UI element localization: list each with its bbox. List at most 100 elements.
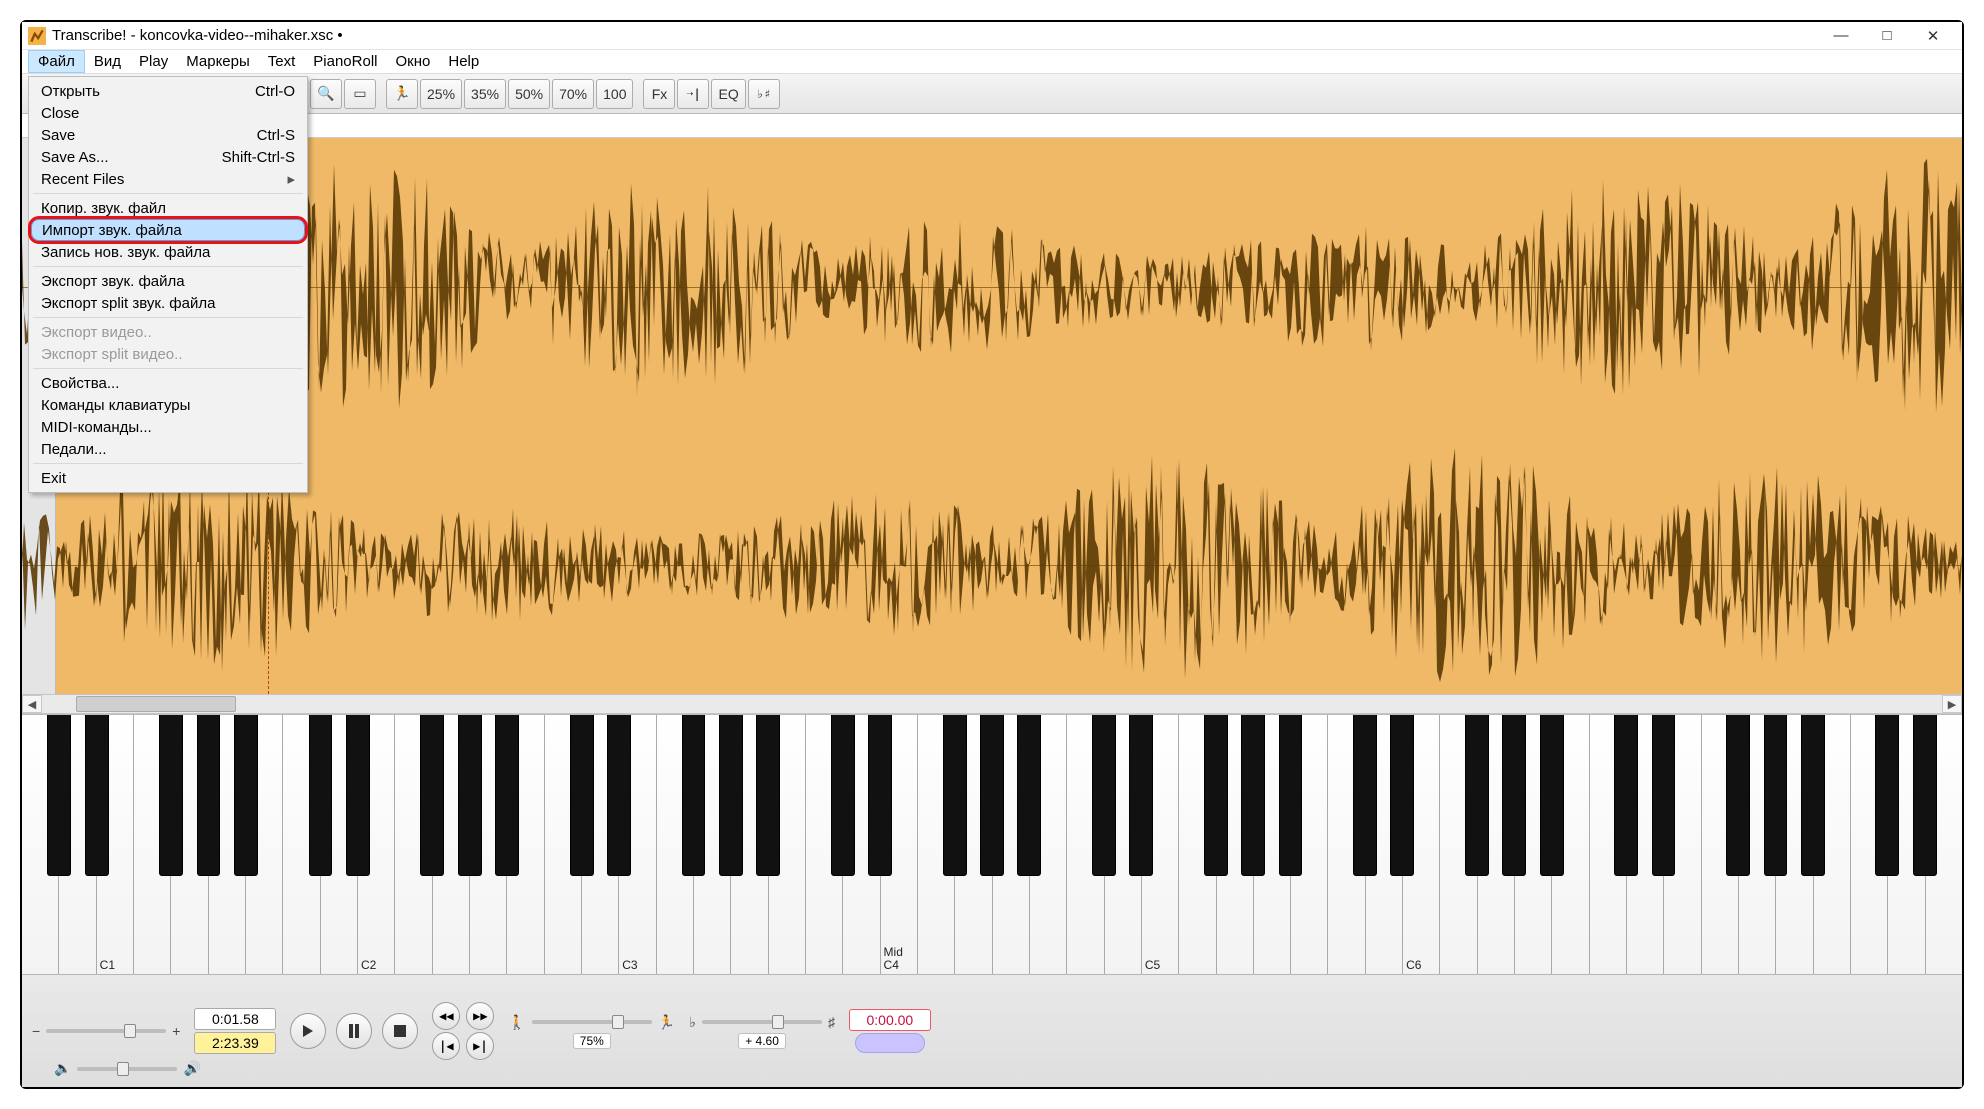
white-key[interactable] [806,715,843,974]
white-key[interactable] [470,715,507,974]
white-key[interactable] [657,715,694,974]
tuning-button[interactable]: ♭♯ [748,79,780,109]
white-key[interactable] [1328,715,1365,974]
zoom-fit-button[interactable]: ▭ [344,79,376,109]
white-key[interactable] [395,715,432,974]
hscroll-thumb[interactable] [76,696,236,712]
white-key[interactable] [209,715,246,974]
white-key[interactable] [1067,715,1104,974]
white-key[interactable] [1851,715,1888,974]
white-key[interactable] [1366,715,1403,974]
white-key[interactable] [171,715,208,974]
menu-text[interactable]: Text [259,50,305,73]
skip-fwd-button[interactable]: ▶| [466,1032,494,1060]
speed-35-button[interactable]: 35% [464,79,506,109]
volume-slider[interactable]: 🔈 🔊 [54,1060,201,1077]
minimize-button[interactable]: — [1818,23,1864,49]
white-key[interactable] [1776,715,1813,974]
white-key[interactable] [918,715,955,974]
menu-window[interactable]: Окно [387,50,440,73]
white-key[interactable] [1291,715,1328,974]
menu-file[interactable]: Файл [28,50,85,73]
file-menu-exit[interactable]: Exit [31,467,305,489]
white-key[interactable] [769,715,806,974]
close-button[interactable]: ✕ [1910,23,1956,49]
menu-markers[interactable]: Маркеры [177,50,259,73]
menu-pianoroll[interactable]: PianoRoll [304,50,386,73]
file-menu-export-split-audio[interactable]: Экспорт split звук. файла [31,292,305,314]
white-key[interactable] [433,715,470,974]
file-menu-pedals[interactable]: Педали... [31,438,305,460]
file-menu-properties[interactable]: Свойства... [31,372,305,394]
maximize-button[interactable]: □ [1864,23,1910,49]
speed-25-button[interactable]: 25% [420,79,462,109]
white-key[interactable] [1478,715,1515,974]
white-key[interactable] [1515,715,1552,974]
white-key[interactable] [1254,715,1291,974]
timeline-ruler[interactable] [22,114,1962,138]
speed-50-button[interactable]: 50% [508,79,550,109]
menu-help[interactable]: Help [439,50,488,73]
white-key[interactable] [1179,715,1216,974]
white-key[interactable] [1888,715,1925,974]
white-key[interactable] [1814,715,1851,974]
white-key[interactable] [59,715,96,974]
file-menu-saveas[interactable]: Save As...Shift-Ctrl-S [31,146,305,168]
waveform-hscrollbar[interactable]: ◀ ▶ [22,694,1962,714]
speed-100-button[interactable]: 100 [596,79,633,109]
file-menu-recent[interactable]: Recent Files▸ [31,168,305,190]
white-key[interactable] [1440,715,1477,974]
file-menu-export-audio[interactable]: Экспорт звук. файла [31,270,305,292]
speed-slider[interactable]: 🚶 🏃 [508,1014,675,1031]
white-key[interactable] [843,715,880,974]
white-key[interactable]: C6 [1403,715,1440,974]
white-key[interactable] [1739,715,1776,974]
white-key[interactable] [1105,715,1142,974]
pitch-slider[interactable]: ♭ ♯ [689,1014,835,1031]
white-key[interactable] [1590,715,1627,974]
hscroll-track[interactable] [42,695,1942,713]
pause-button[interactable] [336,1013,372,1049]
white-key[interactable] [507,715,544,974]
runner-icon[interactable]: 🏃 [386,79,418,109]
fx-button[interactable]: Fx [643,79,675,109]
rewind-button[interactable]: ◀◀ [432,1002,460,1030]
white-key[interactable]: C2 [358,715,395,974]
white-key[interactable] [1217,715,1254,974]
white-key[interactable] [246,715,283,974]
white-key[interactable] [1030,715,1067,974]
file-menu-close[interactable]: Close [31,102,305,124]
file-menu-record-new[interactable]: Запись нов. звук. файла [31,241,305,263]
file-menu-copy-audio[interactable]: Копир. звук. файл [31,197,305,219]
file-menu-import-audio[interactable]: Импорт звук. файла [31,219,305,241]
file-menu-open[interactable]: ОткрытьCtrl-O [31,80,305,102]
white-key[interactable]: C5 [1142,715,1179,974]
speed-70-button[interactable]: 70% [552,79,594,109]
hscroll-right-arrow[interactable]: ▶ [1942,695,1962,713]
waveform-area[interactable] [22,138,1962,694]
white-key[interactable] [1552,715,1589,974]
white-key[interactable] [694,715,731,974]
zoom-slider[interactable]: − + [32,1023,180,1039]
loop-indicator[interactable] [855,1033,925,1053]
white-key[interactable] [582,715,619,974]
mute-icon[interactable]: 🔈 [54,1060,71,1077]
menu-play[interactable]: Play [130,50,177,73]
white-key[interactable] [1926,715,1962,974]
white-key[interactable] [955,715,992,974]
white-key[interactable] [545,715,582,974]
stop-button[interactable] [382,1013,418,1049]
white-key[interactable] [321,715,358,974]
hscroll-left-arrow[interactable]: ◀ [22,695,42,713]
white-key[interactable] [1702,715,1739,974]
file-menu-save[interactable]: SaveCtrl-S [31,124,305,146]
white-key[interactable]: C3 [619,715,656,974]
eq-button[interactable]: EQ [711,79,745,109]
white-key[interactable] [993,715,1030,974]
file-menu-keyboard[interactable]: Команды клавиатуры [31,394,305,416]
white-key[interactable] [1664,715,1701,974]
play-button[interactable] [290,1013,326,1049]
white-key[interactable] [1627,715,1664,974]
piano-keyboard[interactable]: C1C2C3MidC4C5C6 [22,714,1962,974]
white-key[interactable] [731,715,768,974]
